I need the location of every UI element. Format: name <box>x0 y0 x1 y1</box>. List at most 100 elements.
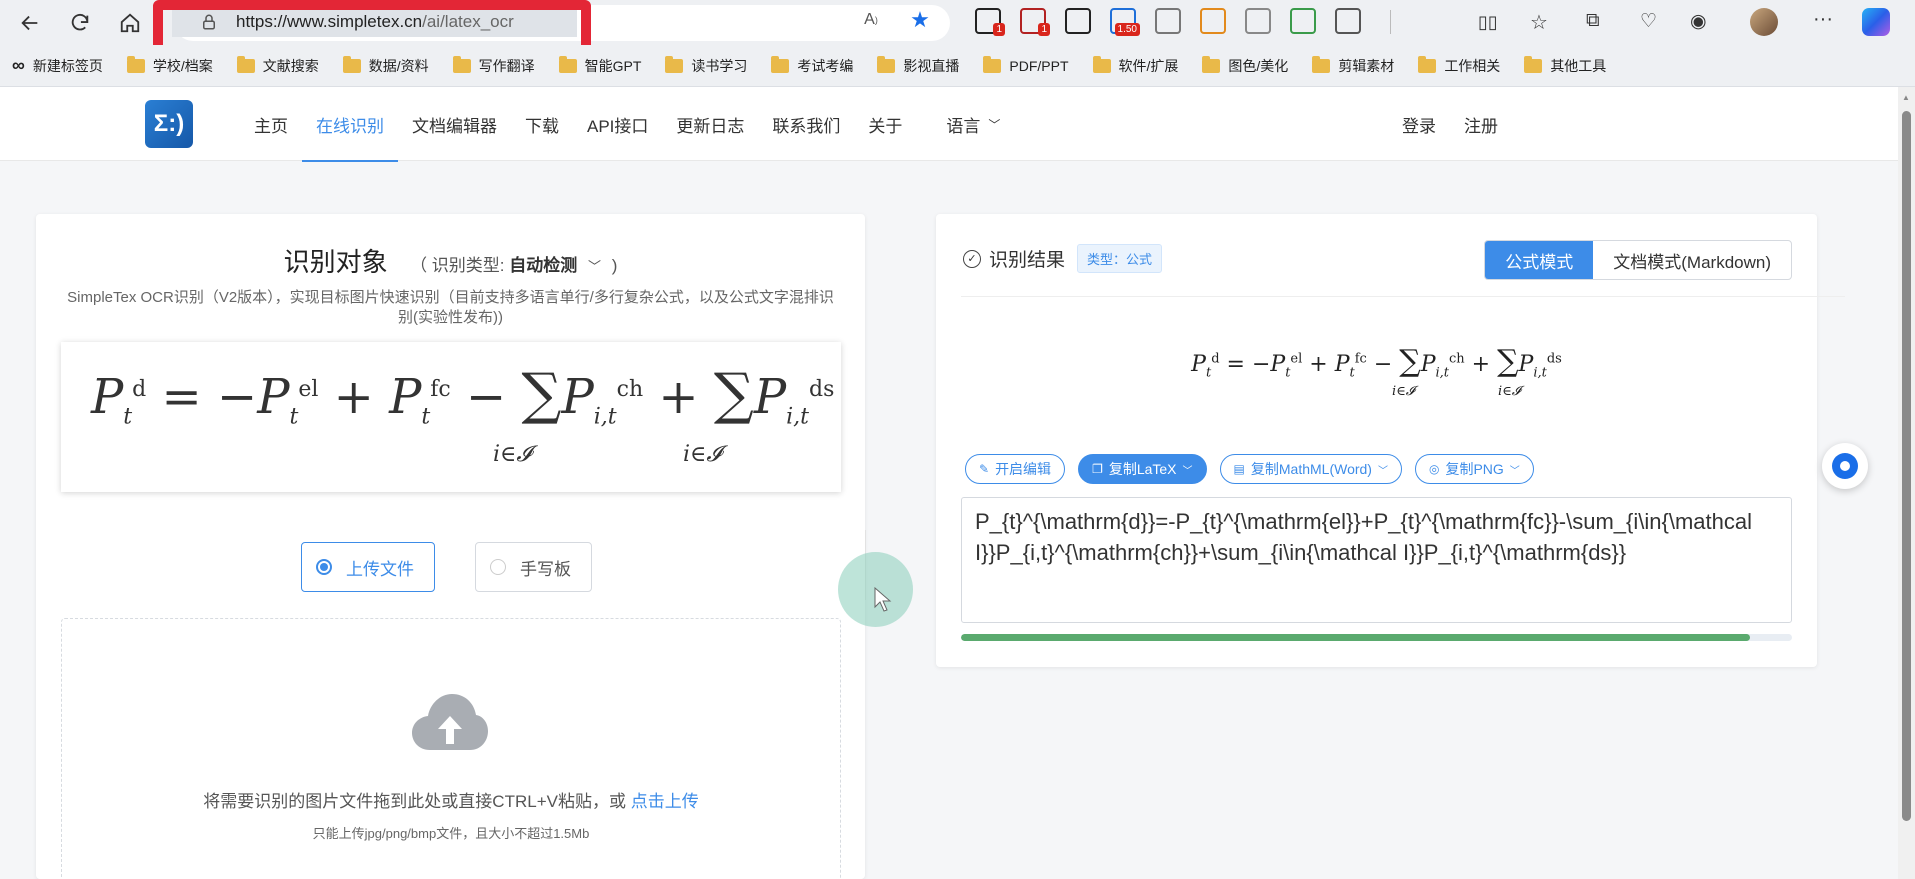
upload-cloud-icon <box>412 694 488 750</box>
recognition-type-select[interactable]: （ 识别类型: 自动检测 ﹀ ) <box>410 256 617 275</box>
type-suffix: ) <box>611 256 618 275</box>
nav-item[interactable]: 主页 <box>240 87 302 161</box>
home-icon[interactable] <box>110 3 150 43</box>
document-icon[interactable] <box>1155 8 1181 34</box>
bookmark-item[interactable]: 学校/档案 <box>126 55 213 76</box>
markdown-mode-button[interactable]: 文档模式(Markdown) <box>1593 241 1791 279</box>
click-upload-link[interactable]: 点击上传 <box>631 792 699 811</box>
page-scrollbar[interactable]: ▲ <box>1898 87 1915 879</box>
bookmark-item[interactable]: 考试考编 <box>771 55 853 76</box>
shield-ext-icon[interactable]: 1 <box>1020 8 1050 36</box>
puzzle-icon[interactable] <box>1335 8 1361 34</box>
bookmark-item[interactable]: ∞ 新建标签页 <box>12 55 103 76</box>
scroll-up-icon[interactable]: ▲ <box>1902 93 1910 102</box>
upload-dropzone[interactable]: 将需要识别的图片文件拖到此处或直接CTRL+V粘贴，或 点击上传 只能上传jpg… <box>61 618 841 879</box>
bookmark-item[interactable]: 图色/美化 <box>1202 55 1289 76</box>
bookmark-label: PDF/PPT <box>1009 57 1069 74</box>
rendered-sum-index-2: i∈𝓘 <box>1498 384 1521 399</box>
uploaded-formula-image: Ptd = −Ptel + Ptfc − ∑Pi,tch + ∑Pi,tds i… <box>61 342 841 492</box>
extension-badge: 1.50 <box>1114 23 1140 36</box>
simpletex-logo[interactable]: Σ:) <box>145 100 193 148</box>
bookmark-label: 其他工具 <box>1550 57 1607 74</box>
infinity-icon[interactable] <box>1065 8 1091 34</box>
bookmark-item[interactable]: 数据/资料 <box>342 55 429 76</box>
result-mode-toggle: 公式模式 文档模式(Markdown) <box>1484 240 1792 280</box>
mouse-cursor-icon <box>874 587 892 612</box>
type-value: 自动检测 <box>509 256 578 275</box>
handwrite-label: 手写板 <box>520 559 571 579</box>
action-label: 复制PNG <box>1445 461 1504 477</box>
bookmark-label: 数据/资料 <box>368 57 429 74</box>
bookmark-item[interactable]: 软件/扩展 <box>1092 55 1179 76</box>
action-label: 开启编辑 <box>995 461 1052 477</box>
media-ext-icon[interactable]: 1.50 <box>1110 8 1140 36</box>
bookmark-item[interactable]: 写作翻译 <box>452 55 535 76</box>
browser-essentials-icon[interactable]: ◉ <box>1690 10 1707 33</box>
radio-checked-icon <box>316 559 332 575</box>
bookmark-label: 学校/档案 <box>152 57 213 74</box>
performance-icon[interactable]: ♡ <box>1640 10 1657 33</box>
bookmark-label: 图色/美化 <box>1228 57 1289 74</box>
bookmark-item[interactable]: 智能GPT <box>558 55 641 76</box>
input-title: 识别对象 <box>283 247 388 277</box>
profile-avatar[interactable] <box>1750 8 1778 36</box>
bookmark-item[interactable]: 其他工具 <box>1524 55 1607 76</box>
register-link[interactable]: 注册 <box>1464 112 1498 137</box>
nav-item[interactable]: 联系我们 <box>758 87 854 161</box>
nav-item[interactable]: 在线识别 <box>302 87 398 162</box>
chevron-down-icon: ﹀ <box>587 259 601 274</box>
read-aloud-icon[interactable]: A) <box>860 9 882 31</box>
upload-file-radio[interactable]: 上传文件 <box>301 542 435 592</box>
action-button[interactable]: ◎ 复制PNG ﹀ <box>1414 454 1534 484</box>
extension-badge: 1 <box>1038 23 1050 36</box>
scroll-thumb[interactable] <box>1902 111 1911 821</box>
folder-icon <box>1524 55 1543 73</box>
nav-item[interactable]: 下载 <box>511 87 573 161</box>
extension-bar: 1 1 1.50 <box>975 8 1380 36</box>
ext-badge-icon[interactable]: 1 <box>975 8 1005 36</box>
nav-item[interactable]: 更新日志 <box>662 87 758 161</box>
login-link[interactable]: 登录 <box>1402 112 1436 137</box>
action-button[interactable]: ✎ 开启编辑 <box>965 454 1066 484</box>
bookmark-item[interactable]: PDF/PPT <box>983 55 1069 74</box>
recognition-progress <box>961 634 1792 641</box>
palette-icon[interactable] <box>1200 8 1226 34</box>
bookmark-label: 软件/扩展 <box>1118 57 1179 74</box>
swirl-icon[interactable] <box>1245 8 1271 34</box>
action-button[interactable]: ▤ 复制MathML(Word) ﹀ <box>1219 454 1402 484</box>
chat-bubble-icon <box>1832 453 1858 479</box>
favorites-icon[interactable]: ☆ <box>1530 10 1548 35</box>
more-menu-icon[interactable]: ··· <box>1813 8 1833 31</box>
reload-icon[interactable] <box>60 3 100 43</box>
extension-badge: 1 <box>993 23 1005 36</box>
action-label: 复制LaTeX <box>1108 461 1177 477</box>
copilot-icon[interactable] <box>1862 8 1890 36</box>
url-field[interactable]: https://www.simpletex.cn/ai/latex_ocr <box>172 7 577 37</box>
action-button[interactable]: ❐ 复制LaTeX ﹀ <box>1078 454 1207 484</box>
nav-item[interactable]: 文档编辑器 <box>398 87 511 161</box>
bookmark-item[interactable]: 影视直播 <box>877 55 959 76</box>
folder-icon <box>126 55 145 73</box>
back-icon[interactable] <box>10 3 50 43</box>
folder-icon <box>771 55 790 73</box>
bookmark-label: 剪辑素材 <box>1338 57 1395 74</box>
formula-mode-button[interactable]: 公式模式 <box>1485 241 1594 279</box>
folder-icon <box>877 55 896 73</box>
latex-output[interactable]: P_{t}^{\mathrm{d}}=-P_{t}^{\mathrm{el}}+… <box>961 497 1792 623</box>
dropzone-text: 将需要识别的图片文件拖到此处或直接CTRL+V粘贴，或 点击上传 <box>62 787 840 812</box>
collections-icon[interactable]: ⧉ <box>1586 10 1600 32</box>
bookmark-item[interactable]: 工作相关 <box>1418 55 1500 76</box>
bookmark-item[interactable]: 读书学习 <box>665 55 747 76</box>
chat-widget-button[interactable] <box>1822 443 1868 489</box>
progress-fill <box>961 634 1751 641</box>
split-screen-icon[interactable]: ▯▯ <box>1478 12 1498 33</box>
bookmark-item[interactable]: 文献搜索 <box>236 55 319 76</box>
nav-item[interactable]: 关于 <box>854 87 916 161</box>
rendered-sum-index-1: i∈𝓘 <box>1392 384 1415 399</box>
language-dropdown[interactable]: 语言 ﹀ <box>932 87 1014 161</box>
printer-icon[interactable] <box>1290 8 1316 34</box>
favorite-star-icon[interactable]: ★ <box>909 7 931 32</box>
bookmark-item[interactable]: 剪辑素材 <box>1312 55 1395 76</box>
nav-item[interactable]: API接口 <box>573 87 662 161</box>
handwrite-radio[interactable]: 手写板 <box>475 542 592 592</box>
